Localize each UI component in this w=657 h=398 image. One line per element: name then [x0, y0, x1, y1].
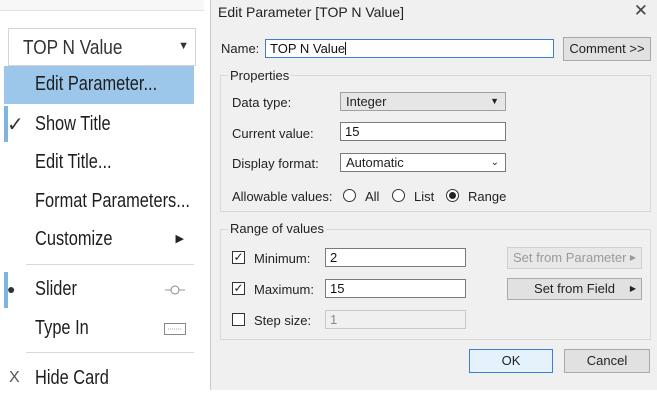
close-icon[interactable]: ✕: [634, 1, 648, 21]
edit-parameter-dialog: Edit Parameter [TOP N Value] ✕ Name: TOP…: [210, 0, 657, 390]
menu-item-edit-title[interactable]: Edit Title...: [4, 144, 194, 182]
name-field-value: TOP N Value: [270, 41, 346, 56]
text-caret: [345, 42, 347, 55]
data-type-label: Data type:: [232, 95, 292, 110]
menu-item-edit-parameter[interactable]: Edit Parameter...: [4, 66, 194, 104]
menu-item-format-parameters[interactable]: Format Parameters...: [4, 183, 194, 221]
radio-range[interactable]: [446, 189, 459, 202]
text-input-icon: [164, 323, 186, 335]
menu-item-label: Type In: [35, 317, 89, 339]
checkmark-icon: ✓: [7, 114, 24, 136]
submenu-arrow-icon: ▶: [629, 284, 636, 293]
comment-button[interactable]: Comment >>: [563, 37, 651, 61]
menu-item-label: Customize: [35, 228, 113, 250]
radio-list-label: List: [414, 189, 435, 204]
menu-item-label: Format Parameters...: [35, 190, 190, 212]
maximum-label: Maximum:: [254, 282, 314, 297]
radio-all[interactable]: [343, 189, 356, 202]
dropdown-arrow-icon: ▼: [490, 96, 499, 106]
data-type-value: Integer: [346, 94, 387, 109]
step-size-field[interactable]: 1: [325, 310, 466, 329]
current-value-field[interactable]: 15: [340, 122, 506, 141]
close-x-icon: X: [9, 369, 20, 386]
slider-icon: [165, 285, 185, 295]
name-field[interactable]: TOP N Value: [265, 39, 554, 58]
menu-item-hide-card[interactable]: X Hide Card: [4, 360, 194, 398]
parameter-card-dropdown[interactable]: TOP N Value ▼: [8, 28, 196, 66]
menu-item-label: Slider: [35, 278, 77, 300]
set-from-field-button[interactable]: Set from Field ▶: [507, 278, 642, 300]
menu-item-label: Edit Parameter...: [35, 73, 158, 95]
submenu-arrow-icon: ▶: [175, 233, 184, 245]
radio-list[interactable]: [392, 189, 405, 202]
ok-button[interactable]: OK: [469, 349, 553, 373]
menu-item-type-in[interactable]: Type In: [4, 310, 194, 348]
display-format-label: Display format:: [232, 156, 319, 171]
radio-all-label: All: [365, 189, 380, 204]
minimum-field[interactable]: 2: [325, 248, 466, 267]
submenu-arrow-icon: ▶: [629, 253, 636, 262]
minimum-label: Minimum:: [254, 251, 311, 266]
step-size-label: Step size:: [254, 313, 312, 328]
chevron-down-icon: ⌄: [490, 157, 499, 168]
dropdown-arrow-icon[interactable]: ▼: [178, 40, 189, 52]
name-label: Name:: [221, 41, 260, 56]
maximum-checkbox[interactable]: ✓: [232, 282, 245, 295]
menu-divider: [26, 264, 194, 265]
set-from-parameter-label: Set from Parameter: [513, 250, 627, 265]
cancel-button[interactable]: Cancel: [564, 349, 650, 373]
radio-range-label: Range: [468, 189, 507, 204]
menu-divider: [26, 352, 194, 353]
maximum-field[interactable]: 15: [325, 279, 466, 298]
display-format-value: Automatic: [346, 155, 404, 170]
allowable-values-label: Allowable values:: [232, 189, 333, 204]
properties-group-label: Properties: [228, 68, 292, 83]
set-from-field-label: Set from Field: [534, 281, 615, 296]
current-value-label: Current value:: [232, 126, 314, 141]
menu-item-show-title[interactable]: ✓ Show Title: [4, 106, 194, 144]
minimum-checkbox[interactable]: ✓: [232, 251, 245, 264]
menu-item-slider[interactable]: ● Slider: [4, 271, 194, 309]
parameter-panel: TOP N Value ▼ Edit Parameter... ✓ Show T…: [0, 0, 204, 390]
menu-item-label: Show Title: [35, 113, 111, 135]
selected-bullet-icon: ●: [7, 281, 16, 297]
panel-top-strip: [0, 0, 204, 11]
context-menu: Edit Parameter... ✓ Show Title Edit Titl…: [4, 66, 194, 390]
menu-item-customize[interactable]: Customize ▶: [4, 221, 194, 259]
set-from-parameter-button[interactable]: Set from Parameter ▶: [507, 247, 642, 269]
range-group-label: Range of values: [228, 221, 326, 236]
parameter-card-name: TOP N Value: [23, 37, 123, 59]
data-type-select[interactable]: Integer ▼: [340, 92, 506, 111]
display-format-select[interactable]: Automatic ⌄: [340, 153, 506, 172]
menu-item-label: Edit Title...: [35, 151, 112, 173]
step-size-checkbox[interactable]: [232, 313, 245, 326]
dialog-title: Edit Parameter [TOP N Value]: [218, 4, 404, 20]
menu-item-label: Hide Card: [35, 367, 109, 389]
